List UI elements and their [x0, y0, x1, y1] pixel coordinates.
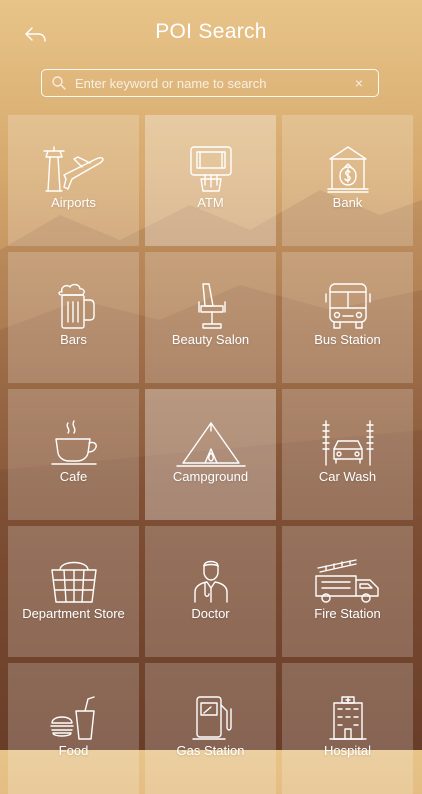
category-label: Gas Station [176, 743, 245, 758]
category-label: ATM [197, 195, 224, 210]
airport-icon [42, 146, 104, 192]
category-tile-bank[interactable]: Bank [282, 115, 413, 246]
category-label: Bars [60, 332, 87, 347]
category-label: Hospital [324, 743, 371, 758]
category-tile-campground[interactable]: Campground [145, 389, 276, 520]
category-label: Fire Station [314, 606, 381, 621]
category-tile-doctor[interactable]: Doctor [145, 526, 276, 657]
category-label: Campground [172, 469, 249, 484]
category-tile-bus-station[interactable]: Bus Station [282, 252, 413, 383]
category-tile-fire-station[interactable]: Fire Station [282, 526, 413, 657]
category-tile-gas-station[interactable]: Gas Station [145, 663, 276, 794]
category-tile-car-wash[interactable]: Car Wash [282, 389, 413, 520]
category-tile-bars[interactable]: Bars [8, 252, 139, 383]
tent-icon [175, 422, 246, 467]
coffee-cup-icon [50, 420, 97, 465]
search-input[interactable] [75, 75, 350, 91]
category-tile-department-store[interactable]: Department Store [8, 526, 139, 657]
search-bar: × [41, 69, 379, 97]
bank-icon [326, 146, 369, 193]
category-tile-atm[interactable]: ATM [145, 115, 276, 246]
header-bar: POI Search [0, 0, 422, 66]
car-wash-icon [321, 420, 374, 466]
category-label: Beauty Salon [171, 332, 250, 347]
category-tile-food[interactable]: Food [8, 663, 139, 794]
category-label: Food [58, 743, 89, 758]
fuel-pump-icon [191, 696, 232, 740]
fire-truck-icon [314, 559, 379, 603]
page-title: POI Search [155, 20, 267, 43]
shopping-basket-icon [50, 561, 97, 603]
category-tile-airports[interactable]: Airports [8, 115, 139, 246]
bus-icon [324, 283, 371, 329]
magnifier-icon [52, 76, 66, 90]
category-tile-beauty-salon[interactable]: Beauty Salon [145, 252, 276, 383]
category-label: Bank [332, 195, 363, 210]
category-label: Airports [51, 195, 96, 210]
salon-chair-icon [197, 283, 226, 329]
category-tile-hospital[interactable]: Hospital [282, 663, 413, 794]
category-tile-cafe[interactable]: Cafe [8, 389, 139, 520]
fast-food-icon [49, 696, 95, 740]
category-label: Bus Station [314, 332, 381, 347]
doctor-icon [193, 560, 228, 603]
category-label: Car Wash [318, 469, 377, 484]
category-label: Department Store [22, 606, 125, 621]
category-label: Doctor [191, 606, 230, 621]
hospital-icon [328, 696, 367, 740]
clear-search-button[interactable]: × [350, 75, 368, 91]
category-label: Cafe [59, 469, 88, 484]
category-grid: Airports ATM Bank Bars Beauty Salon Bus … [8, 115, 414, 794]
atm-icon [189, 146, 232, 192]
beer-mug-icon [57, 283, 95, 329]
